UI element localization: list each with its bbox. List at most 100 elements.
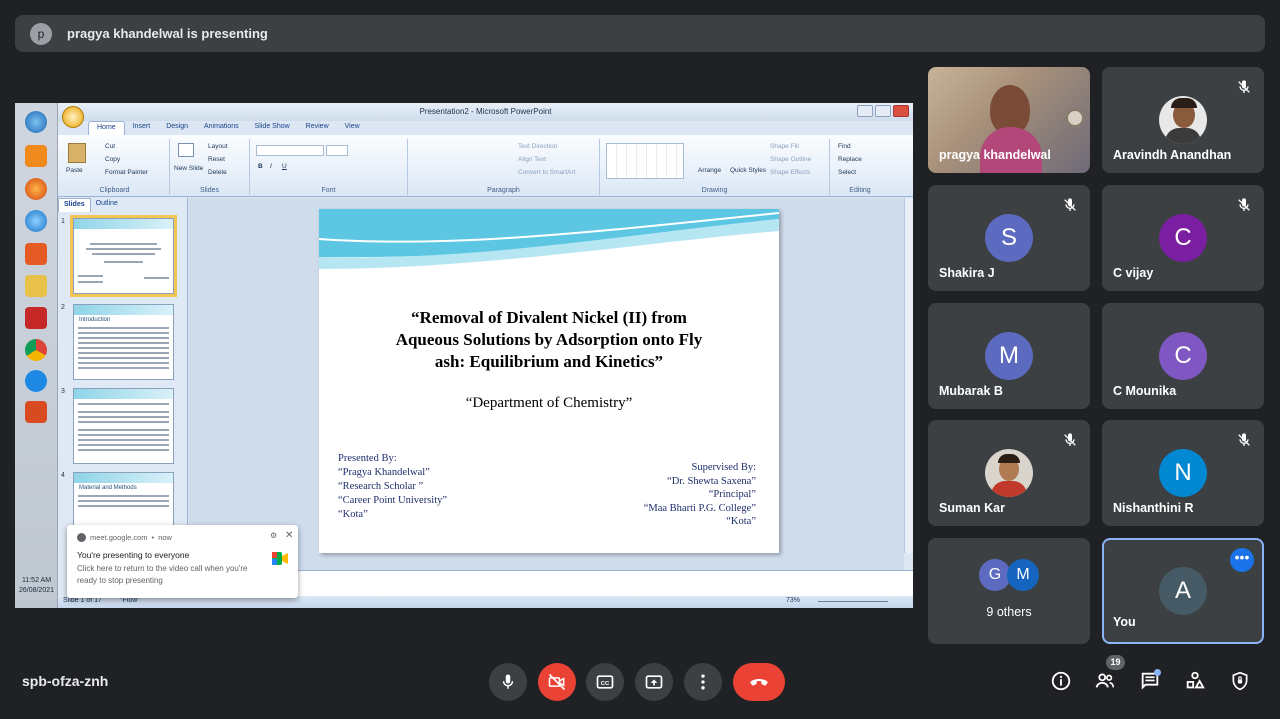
- gear-icon[interactable]: ⚙: [270, 531, 277, 540]
- window-controls: [857, 105, 909, 117]
- text-direction-button[interactable]: Text Direction: [518, 143, 557, 150]
- new-slide-button[interactable]: New Slide: [174, 165, 203, 172]
- host-controls-button[interactable]: [1227, 668, 1253, 694]
- group-editing: Find Replace Select Editing: [830, 139, 890, 195]
- presented-line: “Career Point University”: [338, 495, 448, 506]
- people-button[interactable]: [1092, 668, 1118, 694]
- group-drawing: Arrange Quick Styles Shape Fill Shape Ou…: [600, 139, 830, 195]
- layout-button[interactable]: Layout: [208, 143, 228, 150]
- mic-off-icon: [1238, 198, 1250, 211]
- camera-off-icon: [548, 673, 566, 691]
- italic-icon[interactable]: I: [270, 163, 272, 170]
- present-button[interactable]: [635, 663, 673, 701]
- slide-thumbnail-3[interactable]: [73, 388, 174, 464]
- activities-button[interactable]: [1182, 668, 1208, 694]
- delete-button[interactable]: Delete: [208, 169, 227, 176]
- tab-animations[interactable]: Animations: [196, 121, 247, 135]
- panel-tabs: Slides Outline: [58, 198, 187, 212]
- group-label: Paragraph: [487, 187, 520, 194]
- shapes-gallery[interactable]: [606, 143, 684, 179]
- align-text-button[interactable]: Align Text: [518, 156, 546, 163]
- notification-title: You're presenting to everyone: [77, 550, 190, 560]
- office-button-icon[interactable]: [62, 106, 84, 128]
- participant-tile-aravindh[interactable]: Aravindh Anandhan: [1102, 67, 1264, 173]
- group-clipboard: Paste Cut Copy Format Painter Clipboard: [60, 139, 170, 195]
- vlc-icon: [25, 145, 47, 167]
- find-button[interactable]: Find: [838, 143, 851, 150]
- wall-clock: [1066, 109, 1084, 127]
- more-options-icon[interactable]: •••: [1230, 548, 1254, 572]
- camera-button[interactable]: [538, 663, 576, 701]
- cut-button[interactable]: Cut: [105, 143, 115, 150]
- presenting-banner: p pragya khandelwal is presenting: [15, 15, 1265, 52]
- slide-thumbnail-2[interactable]: Introduction: [73, 304, 174, 380]
- shape-outline-button[interactable]: Shape Outline: [770, 156, 811, 163]
- participant-tile-others[interactable]: G M 9 others: [928, 538, 1090, 644]
- participant-tile-nishanthini[interactable]: N Nishanthini R: [1102, 420, 1264, 526]
- current-slide[interactable]: “Removal of Divalent Nickel (II) from Aq…: [319, 209, 779, 553]
- format-painter-button[interactable]: Format Painter: [105, 169, 148, 176]
- convert-smartart-button[interactable]: Convert to SmartArt: [518, 169, 575, 176]
- reset-button[interactable]: Reset: [208, 156, 225, 163]
- slide-thumbnail-1[interactable]: [70, 215, 177, 297]
- meeting-details-button[interactable]: [1048, 668, 1074, 694]
- tab-view[interactable]: View: [337, 121, 368, 135]
- tab-outline[interactable]: Outline: [91, 198, 123, 212]
- presenting-text: pragya khandelwal is presenting: [67, 26, 268, 41]
- participant-tile-shakira[interactable]: S Shakira J: [928, 185, 1090, 291]
- shape-effects-button[interactable]: Shape Effects: [770, 169, 810, 176]
- copy-button[interactable]: Copy: [105, 156, 120, 163]
- tab-design[interactable]: Design: [158, 121, 196, 135]
- maximize-icon[interactable]: [875, 105, 891, 117]
- zoom-slider[interactable]: [818, 601, 888, 602]
- participant-tile-mubarak[interactable]: M Mubarak B: [928, 303, 1090, 409]
- underline-icon[interactable]: U: [282, 163, 287, 170]
- slide-department: “Department of Chemistry”: [465, 395, 633, 411]
- bold-icon[interactable]: B: [258, 163, 263, 170]
- arrange-button[interactable]: Arrange: [698, 167, 721, 174]
- thumb-number: 1: [61, 218, 65, 225]
- slide-wave-header: [319, 209, 779, 269]
- microphone-button[interactable]: [489, 663, 527, 701]
- clock-date: 26/08/2021: [18, 587, 55, 594]
- ie-icon: [25, 210, 47, 232]
- tab-slide-show[interactable]: Slide Show: [247, 121, 298, 135]
- meet-logo-icon: [272, 552, 288, 565]
- presenting-notification[interactable]: meet.google.com • now ⚙ ✕ You're present…: [67, 525, 298, 598]
- quick-styles-button[interactable]: Quick Styles: [730, 167, 766, 174]
- windows-taskbar: 11:52 AM 26/08/2021: [15, 103, 58, 608]
- new-slide-icon[interactable]: [178, 143, 194, 157]
- replace-button[interactable]: Replace: [838, 156, 862, 163]
- participant-tile-suman[interactable]: Suman Kar: [928, 420, 1090, 526]
- tab-review[interactable]: Review: [298, 121, 337, 135]
- close-icon[interactable]: [893, 105, 909, 117]
- tab-home[interactable]: Home: [88, 121, 125, 135]
- tab-insert[interactable]: Insert: [125, 121, 159, 135]
- font-size-select[interactable]: [326, 145, 348, 156]
- captions-button[interactable]: CC: [586, 663, 624, 701]
- participant-name: Mubarak B: [939, 384, 1003, 398]
- participant-name: C vijay: [1113, 266, 1154, 280]
- paste-button[interactable]: Paste: [66, 167, 83, 174]
- close-icon[interactable]: ✕: [285, 530, 293, 541]
- leave-call-button[interactable]: [733, 663, 785, 701]
- minimize-icon[interactable]: [857, 105, 873, 117]
- tab-slides[interactable]: Slides: [58, 198, 91, 212]
- select-button[interactable]: Select: [838, 169, 856, 176]
- group-paragraph: Text Direction Align Text Convert to Sma…: [408, 139, 600, 195]
- font-family-select[interactable]: [256, 145, 324, 156]
- more-options-button[interactable]: [684, 663, 722, 701]
- paste-icon[interactable]: [68, 143, 86, 163]
- vertical-scrollbar[interactable]: [904, 198, 913, 553]
- shape-fill-button[interactable]: Shape Fill: [770, 143, 799, 150]
- supervised-line: “Kota”: [726, 516, 756, 527]
- participant-tile-you[interactable]: ••• A You: [1102, 538, 1264, 644]
- participant-tile-cvijay[interactable]: C C vijay: [1102, 185, 1264, 291]
- powerpoint-icon: [25, 401, 47, 423]
- chat-button[interactable]: [1137, 668, 1163, 694]
- participant-tile-cmounika[interactable]: C C Mounika: [1102, 303, 1264, 409]
- notification-body: Click here to return to the video call w…: [77, 564, 248, 585]
- participant-tile-pragya[interactable]: pragya khandelwal: [928, 67, 1090, 173]
- participant-name: Nishanthini R: [1113, 501, 1194, 515]
- folder-icon: [25, 275, 47, 297]
